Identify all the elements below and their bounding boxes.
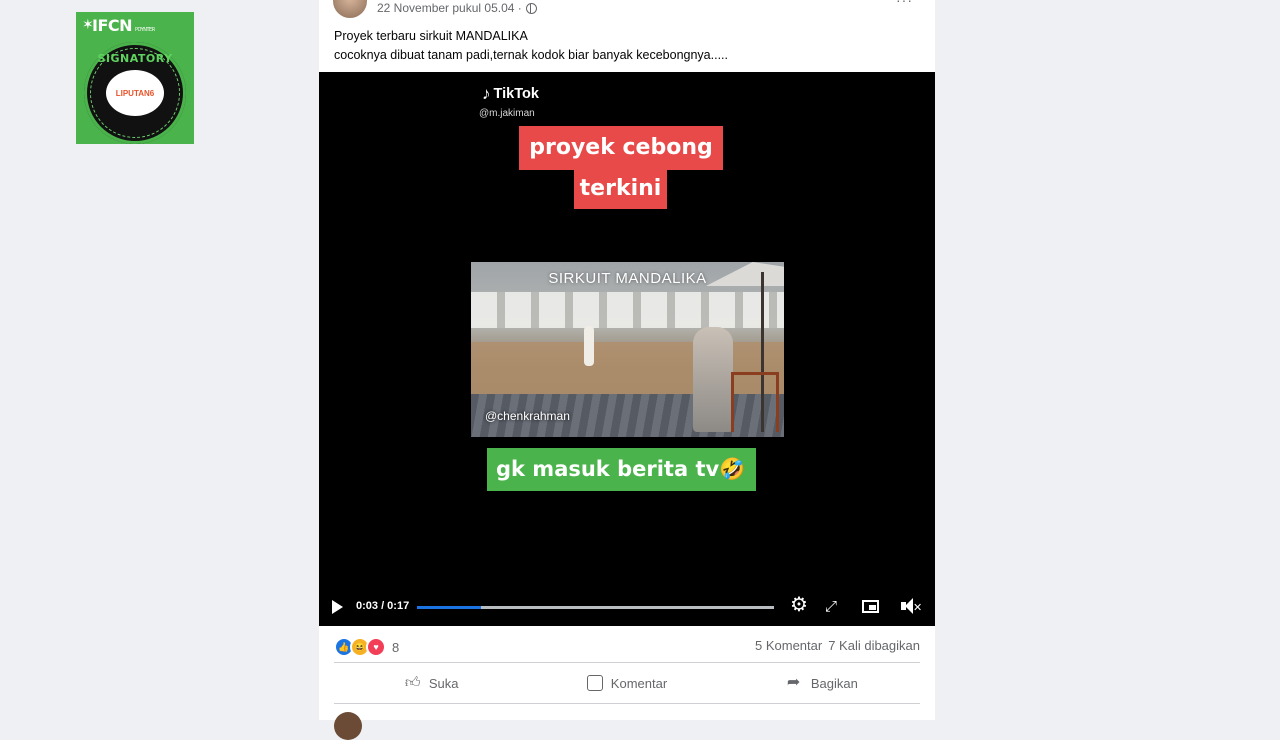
tiktok-handle: @m.jakiman <box>479 108 535 119</box>
share-label: Bagikan <box>810 675 858 691</box>
scene-runner <box>584 326 594 366</box>
badge-org: IFCN <box>92 16 133 35</box>
video-player[interactable]: ♪ TikTok @m.jakiman proyek cebong terkin… <box>319 72 935 626</box>
love-reaction-icon: ♥ <box>366 637 386 657</box>
scene-person <box>693 327 733 432</box>
caption-line-2: cocoknya dibuat tanam padi,ternak kodok … <box>334 48 729 62</box>
caption-line-1: Proyek terbaru sirkuit MANDALIKA <box>334 29 528 43</box>
badge-header: IFCN POYNTER <box>92 16 155 35</box>
like-button[interactable]: 👍︎ Suka <box>334 664 529 702</box>
ifcn-signatory-badge: ✶ IFCN POYNTER SIGNATORY LIPUTAN6 <box>76 12 194 144</box>
overlay-top-line-1: proyek cebong <box>519 126 723 170</box>
seal-core-label: LIPUTAN6 <box>115 88 155 98</box>
share-button[interactable]: ➦ Bagikan <box>725 664 920 702</box>
comment-bubble-icon <box>586 675 603 691</box>
post-stats: 5 Komentar 7 Kali dibagikan <box>755 638 920 653</box>
scene-handle: @chenkrahman <box>485 409 570 423</box>
video-controls: 0:03 / 0:17 ⚙ ⤢ ✕ <box>319 592 935 622</box>
badge-org-sub: POYNTER <box>135 27 155 33</box>
video-progress-fill <box>417 606 482 609</box>
play-icon[interactable] <box>332 600 343 614</box>
comment-count[interactable]: 5 Komentar <box>755 638 822 653</box>
seal-title: SIGNATORY <box>97 52 173 65</box>
like-label: Suka <box>428 675 459 691</box>
video-time: 0:03 / 0:17 <box>356 600 410 612</box>
reaction-summary[interactable]: 👍 😆 ♥ 8 <box>334 637 399 657</box>
commenter-avatar[interactable] <box>334 712 362 740</box>
overlay-top-line-2: terkini <box>574 168 667 209</box>
globe-icon <box>525 2 537 14</box>
more-options-icon[interactable]: ··· <box>896 0 913 8</box>
comment-button[interactable]: Komentar <box>529 664 724 702</box>
share-arrow-icon: ➦ <box>786 674 801 691</box>
tiktok-label: TikTok <box>493 86 539 102</box>
signatory-seal: SIGNATORY LIPUTAN6 <box>84 42 186 144</box>
reaction-count: 8 <box>392 639 400 655</box>
video-scene: SIRKUIT MANDALIKA @chenkrahman <box>471 262 784 437</box>
fullscreen-icon[interactable]: ⤢ <box>825 597 837 617</box>
divider <box>334 662 920 663</box>
author-avatar[interactable] <box>333 0 367 18</box>
video-progress-bar[interactable] <box>417 606 774 609</box>
overlay-bottom: gk masuk berita tv🤣 <box>487 448 756 491</box>
comment-label: Komentar <box>610 675 668 691</box>
tiktok-logo: ♪ TikTok <box>482 84 539 104</box>
post-caption: Proyek terbaru sirkuit MANDALIKA cocokny… <box>334 27 728 65</box>
scene-tents <box>471 292 784 328</box>
post-card: 22 November pukul 05.04 · ··· Proyek ter… <box>319 0 935 740</box>
post-meta: 22 November pukul 05.04 · <box>377 1 537 15</box>
thumbs-up-icon: 👍︎ <box>404 674 421 691</box>
scene-title: SIRKUIT MANDALIKA <box>548 270 707 287</box>
post-actions: 👍︎ Suka Komentar ➦ Bagikan <box>334 664 920 702</box>
picture-in-picture-icon[interactable] <box>862 600 879 613</box>
settings-gear-icon[interactable]: ⚙ <box>790 595 808 615</box>
seal-core: LIPUTAN6 <box>106 70 164 116</box>
scene-chair <box>731 372 779 432</box>
share-count[interactable]: 7 Kali dibagikan <box>828 638 920 653</box>
post-header: 22 November pukul 05.04 · ··· Proyek ter… <box>319 0 935 72</box>
divider <box>334 703 920 704</box>
post-timestamp[interactable]: 22 November pukul 05.04 · <box>377 1 522 15</box>
tiktok-icon: ♪ <box>482 84 491 103</box>
